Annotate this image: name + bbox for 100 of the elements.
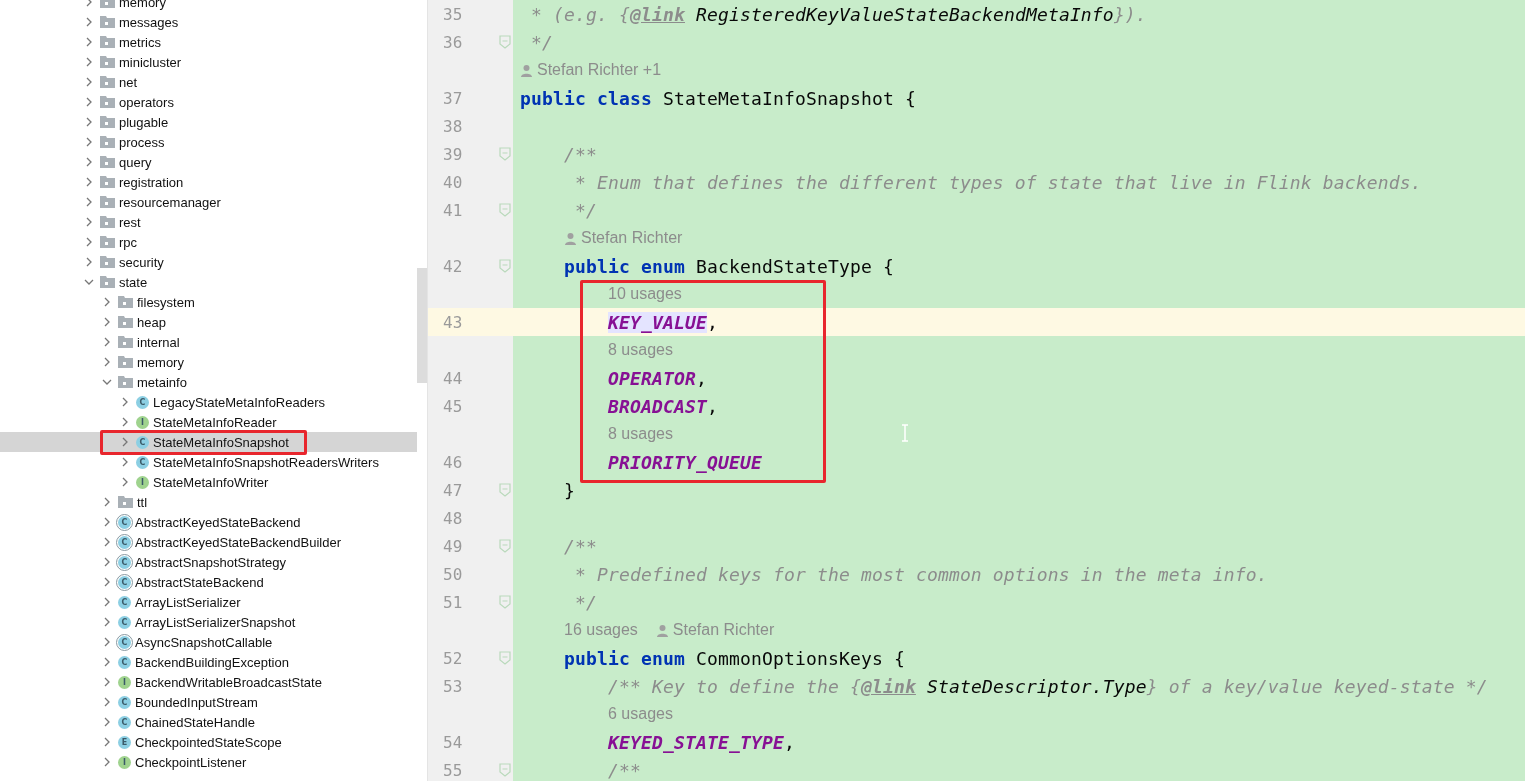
tree-item[interactable]: C ArrayListSerializerSnapshot bbox=[0, 612, 417, 632]
folder-icon bbox=[100, 196, 115, 208]
folder-icon bbox=[100, 156, 115, 168]
tree-item[interactable]: messages bbox=[0, 12, 417, 32]
tree-item-label: messages bbox=[119, 14, 179, 30]
code-line: public enum BackendStateType { bbox=[563, 255, 894, 277]
code-line: /** Key to define the {@link StateDescriptor.Type} of a key/value keyed-state */ bbox=[606, 675, 1488, 697]
tree-item[interactable]: operators bbox=[0, 92, 417, 112]
tree-item-label: net bbox=[119, 74, 138, 90]
code-line: /** bbox=[563, 535, 597, 557]
chevron-down-icon[interactable] bbox=[84, 277, 94, 287]
folder-icon bbox=[100, 36, 115, 48]
class-icon: C bbox=[136, 435, 149, 449]
tree-item-label: query bbox=[119, 154, 152, 170]
tree-item-label: ArrayListSerializer bbox=[135, 594, 241, 610]
tree-item[interactable]: C LegacyStateMetaInfoReaders bbox=[0, 392, 417, 412]
class-icon: C bbox=[118, 695, 131, 709]
tree-item[interactable]: process bbox=[0, 132, 417, 152]
chevron-down-icon[interactable] bbox=[102, 377, 112, 387]
tree-item[interactable]: metainfo bbox=[0, 372, 417, 392]
tree-item-label: rpc bbox=[119, 234, 138, 250]
tree-item[interactable]: C AbstractKeyedStateBackend bbox=[0, 512, 417, 532]
tree-item[interactable]: memory bbox=[0, 352, 417, 372]
scrollbar-thumb[interactable] bbox=[417, 268, 427, 383]
folder-icon bbox=[100, 236, 115, 248]
tree-item-label: CheckpointedStateScope bbox=[135, 734, 282, 750]
folder-icon bbox=[118, 376, 133, 388]
tree-item[interactable]: E CheckpointedStateScope bbox=[0, 732, 417, 752]
line-number: 36 bbox=[443, 32, 463, 52]
line-number: 55 bbox=[443, 760, 463, 780]
tree-item[interactable]: metrics bbox=[0, 32, 417, 52]
tree-item[interactable]: filesystem bbox=[0, 292, 417, 312]
tree-item-label: StateMetaInfoSnapshot bbox=[153, 434, 289, 450]
tree-item[interactable]: C ChainedStateHandle bbox=[0, 712, 417, 732]
tree-item-label: operators bbox=[119, 94, 174, 110]
folder-icon bbox=[118, 496, 133, 508]
tree-item-label: AbstractStateBackend bbox=[135, 574, 264, 590]
tree-item[interactable]: minicluster bbox=[0, 52, 417, 72]
tree-item-label: plugable bbox=[119, 114, 169, 130]
tree-item[interactable]: C BackendBuildingException bbox=[0, 652, 417, 672]
line-number: 49 bbox=[443, 536, 463, 556]
code-line: KEYED_STATE_TYPE, bbox=[606, 731, 795, 753]
tree-item[interactable]: I StateMetaInfoReader bbox=[0, 412, 417, 432]
code-line: */ bbox=[574, 591, 597, 613]
tree-item[interactable]: registration bbox=[0, 172, 417, 192]
tree-item[interactable]: internal bbox=[0, 332, 417, 352]
tree-item[interactable]: C AbstractStateBackend bbox=[0, 572, 417, 592]
tree-item[interactable]: C ArrayListSerializer bbox=[0, 592, 417, 612]
tree-item[interactable]: rest bbox=[0, 212, 417, 232]
folder-icon bbox=[100, 16, 115, 28]
tree-item[interactable]: I StateMetaInfoWriter bbox=[0, 472, 417, 492]
tree-item[interactable]: C StateMetaInfoSnapshotReadersWriters bbox=[0, 452, 417, 472]
interface-icon: I bbox=[118, 755, 131, 769]
folder-icon bbox=[118, 336, 133, 348]
class-icon: C bbox=[118, 615, 131, 629]
tree-item-label: CheckpointListener bbox=[135, 754, 247, 770]
folder-icon bbox=[100, 76, 115, 88]
tree-item-label: BackendWritableBroadcastState bbox=[135, 674, 322, 690]
tree-item[interactable]: rpc bbox=[0, 232, 417, 252]
tree-item[interactable]: C StateMetaInfoSnapshot bbox=[0, 432, 417, 452]
tree-item-label: AsyncSnapshotCallable bbox=[135, 634, 273, 650]
line-number: 48 bbox=[443, 508, 463, 528]
tree-item[interactable]: query bbox=[0, 152, 417, 172]
tree-item[interactable]: I CheckpointListener bbox=[0, 752, 417, 772]
code-line: * (e.g. {@link RegisteredKeyValueStateBackendMetaInfo}). bbox=[530, 3, 1147, 25]
line-number: 50 bbox=[443, 564, 463, 584]
person-icon bbox=[655, 623, 669, 637]
tree-item-label: memory bbox=[119, 0, 166, 10]
folder-icon bbox=[118, 296, 133, 308]
line-number: 35 bbox=[443, 4, 463, 24]
tree-item[interactable]: memory bbox=[0, 0, 417, 12]
interface-icon: I bbox=[136, 415, 149, 429]
line-number: 51 bbox=[443, 592, 463, 612]
tree-item[interactable]: resourcemanager bbox=[0, 192, 417, 212]
tree-item[interactable]: heap bbox=[0, 312, 417, 332]
tree-item[interactable]: plugable bbox=[0, 112, 417, 132]
tree-item[interactable]: I BackendWritableBroadcastState bbox=[0, 672, 417, 692]
folder-icon bbox=[100, 176, 115, 188]
tree-item[interactable]: net bbox=[0, 72, 417, 92]
code-line: BROADCAST, bbox=[606, 395, 718, 417]
class-icon: C bbox=[136, 395, 149, 409]
tree-item[interactable]: C AbstractKeyedStateBackendBuilder bbox=[0, 532, 417, 552]
enum-icon: E bbox=[118, 735, 131, 749]
tree-item-label: filesystem bbox=[137, 294, 195, 310]
line-number: 54 bbox=[443, 732, 463, 752]
line-number: 53 bbox=[443, 676, 463, 696]
tree-item[interactable]: ttl bbox=[0, 492, 417, 512]
abstract-class-icon: C bbox=[118, 635, 131, 649]
abstract-class-icon: C bbox=[118, 515, 131, 529]
tree-item[interactable]: C AsyncSnapshotCallable bbox=[0, 632, 417, 652]
line-number: 40 bbox=[443, 172, 463, 192]
tree-item[interactable]: security bbox=[0, 252, 417, 272]
tree-item[interactable]: C BoundedInputStream bbox=[0, 692, 417, 712]
code-line: PRIORITY_QUEUE bbox=[606, 451, 762, 473]
tree-item-label: resourcemanager bbox=[119, 194, 221, 210]
tree-item[interactable]: state bbox=[0, 272, 417, 292]
code-line: /** bbox=[606, 759, 641, 781]
tree-item-label: ttl bbox=[137, 494, 148, 510]
tree-item-label: LegacyStateMetaInfoReaders bbox=[153, 394, 325, 410]
tree-item[interactable]: C AbstractSnapshotStrategy bbox=[0, 552, 417, 572]
